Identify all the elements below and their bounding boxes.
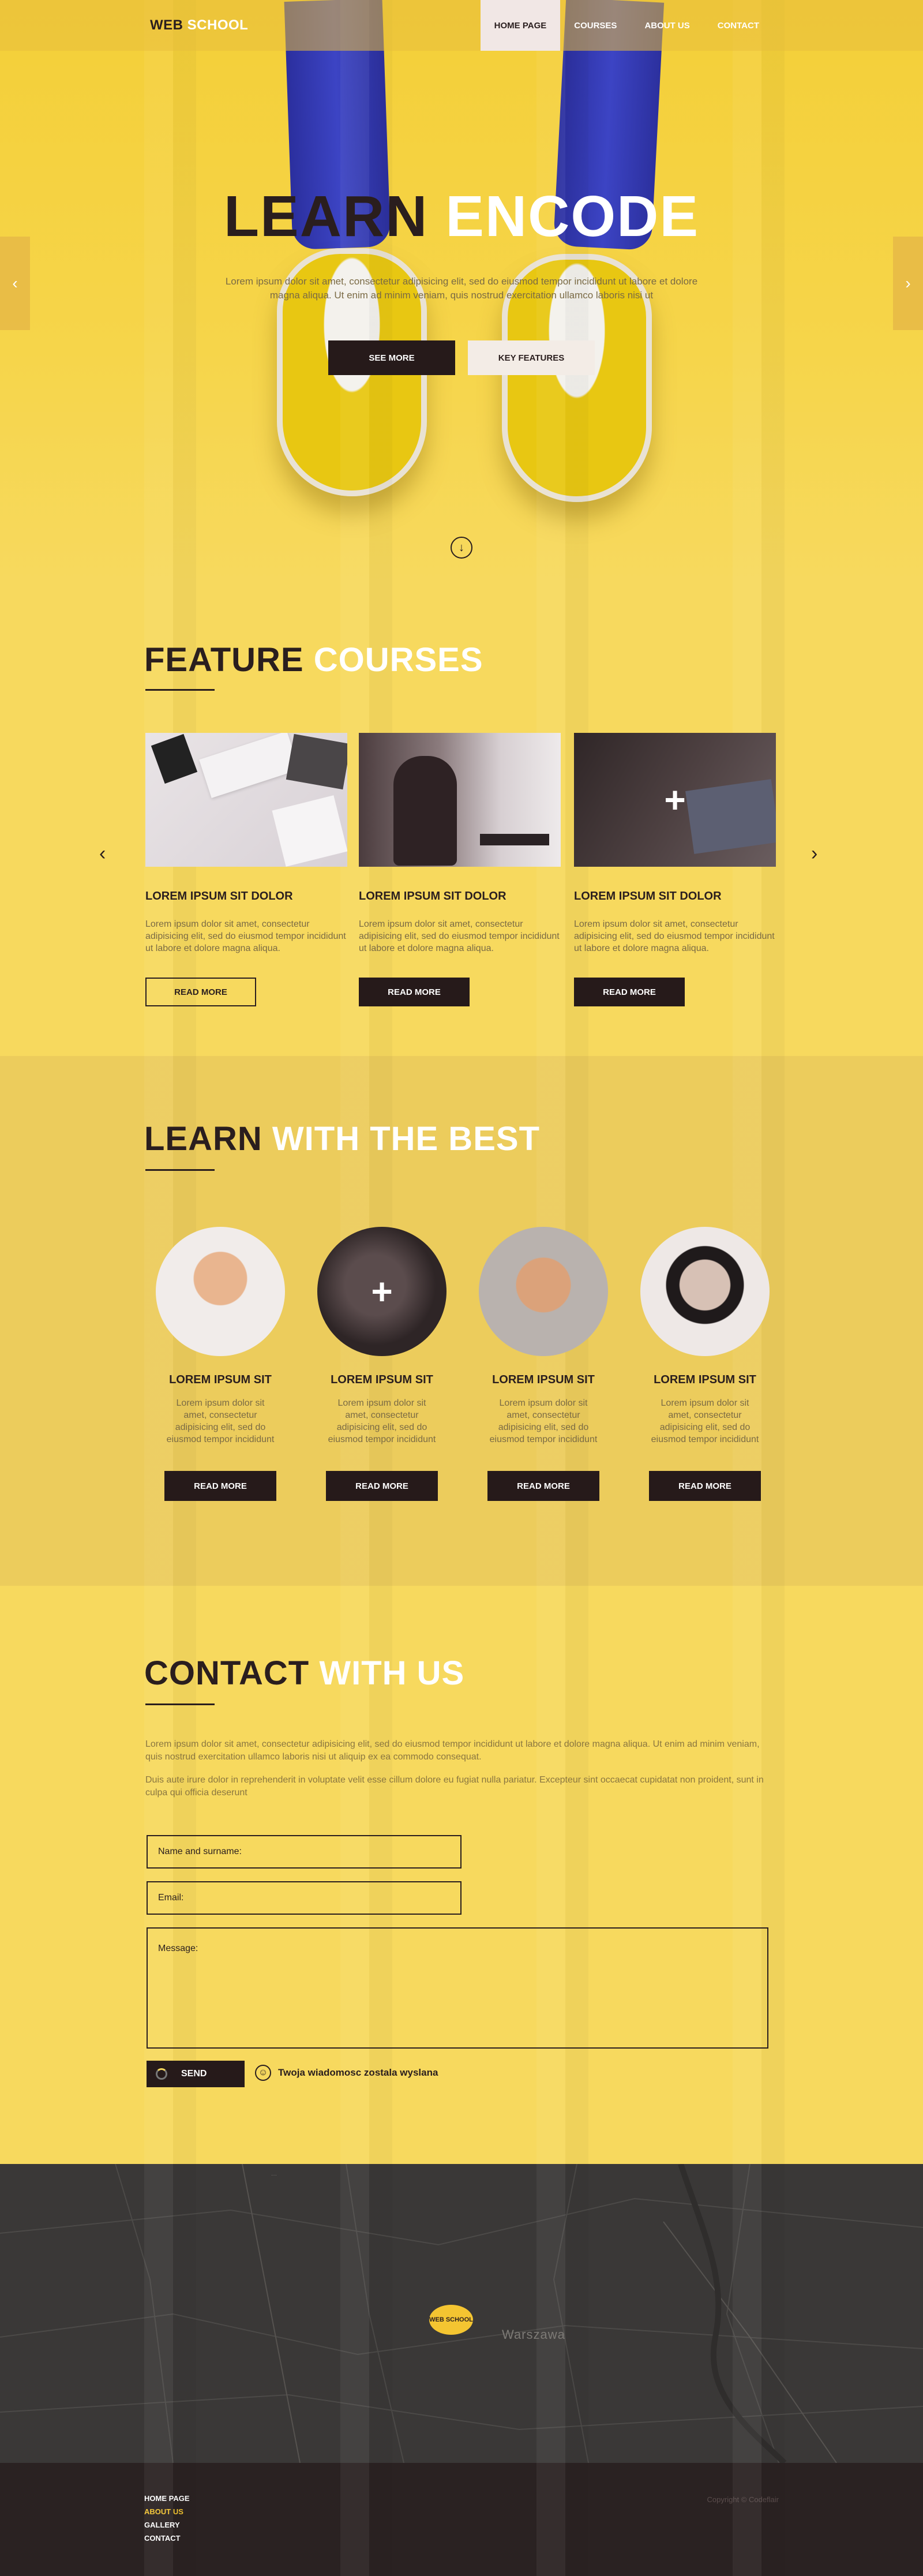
course-title: LOREM IPSUM SIT DOLOR bbox=[359, 890, 506, 903]
plus-icon: + bbox=[371, 1271, 393, 1312]
contact-paragraph-1: Lorem ipsum dolor sit amet, consectetur … bbox=[145, 1739, 760, 1762]
team-title: LEARN WITH THE BEST bbox=[144, 1120, 540, 1158]
loading-spinner-icon bbox=[156, 2068, 167, 2080]
course-image[interactable] bbox=[359, 733, 561, 867]
team-member: + LOREM IPSUM SIT Lorem ipsum dolor sit … bbox=[313, 1227, 451, 1501]
course-card: LOREM IPSUM SIT DOLOR Lorem ipsum dolor … bbox=[145, 733, 347, 1006]
avatar[interactable]: + bbox=[317, 1227, 447, 1356]
team-member: LOREM IPSUM SIT Lorem ipsum dolor sit am… bbox=[636, 1227, 774, 1501]
footer-link-about[interactable]: ABOUT US bbox=[144, 2507, 190, 2516]
copyright: Copyright © Codeflair bbox=[707, 2495, 779, 2504]
hero-prev-arrow-icon[interactable]: ‹ bbox=[0, 237, 30, 330]
scroll-down-icon[interactable]: ↓ bbox=[451, 537, 472, 559]
read-more-button[interactable]: READ MORE bbox=[164, 1471, 276, 1501]
footer-link-contact[interactable]: CONTACT bbox=[144, 2534, 190, 2543]
message-field[interactable]: Message: bbox=[147, 1927, 768, 2049]
send-button[interactable]: SEND bbox=[147, 2061, 245, 2087]
main-nav: HOME PAGE COURSES ABOUT US CONTACT bbox=[480, 0, 773, 51]
nav-courses[interactable]: COURSES bbox=[560, 0, 631, 51]
read-more-button[interactable]: READ MORE bbox=[359, 978, 470, 1006]
course-image[interactable]: + bbox=[574, 733, 776, 867]
team-member: LOREM IPSUM SIT Lorem ipsum dolor sit am… bbox=[151, 1227, 290, 1501]
read-more-button[interactable]: READ MORE bbox=[145, 978, 256, 1006]
avatar[interactable] bbox=[479, 1227, 608, 1356]
map-label: ··· bbox=[271, 2172, 277, 2178]
read-more-button[interactable]: READ MORE bbox=[487, 1471, 599, 1501]
course-desc: Lorem ipsum dolor sit amet, consectetur … bbox=[574, 919, 775, 953]
key-features-button[interactable]: KEY FEATURES bbox=[468, 340, 595, 375]
member-name: LOREM IPSUM SIT bbox=[492, 1373, 595, 1386]
laptop-shape bbox=[480, 834, 549, 845]
read-more-button[interactable]: READ MORE bbox=[326, 1471, 438, 1501]
logo[interactable]: WEB SCHOOL bbox=[150, 17, 248, 33]
map-pin-logo[interactable]: WEB SCHOOL bbox=[427, 2302, 475, 2337]
avatar[interactable] bbox=[640, 1227, 770, 1356]
nav-about-us[interactable]: ABOUT US bbox=[631, 0, 703, 51]
hero-title: LEARN ENCODE bbox=[223, 184, 700, 249]
course-title: LOREM IPSUM SIT DOLOR bbox=[145, 890, 293, 903]
team-member: LOREM IPSUM SIT Lorem ipsum dolor sit am… bbox=[474, 1227, 613, 1501]
member-desc: Lorem ipsum dolor sit amet, consectetur … bbox=[328, 1398, 436, 1444]
course-title: LOREM IPSUM SIT DOLOR bbox=[574, 890, 722, 903]
smile-icon: ☺ bbox=[255, 2065, 271, 2081]
course-card: LOREM IPSUM SIT DOLOR Lorem ipsum dolor … bbox=[359, 733, 561, 1006]
avatar[interactable] bbox=[156, 1227, 285, 1356]
member-desc: Lorem ipsum dolor sit amet, consectetur … bbox=[489, 1398, 598, 1444]
person-shape bbox=[393, 756, 457, 866]
footer-nav: HOME PAGE ABOUT US GALLERY CONTACT bbox=[144, 2494, 190, 2547]
see-more-button[interactable]: SEE MORE bbox=[328, 340, 455, 375]
footer-link-home[interactable]: HOME PAGE bbox=[144, 2494, 190, 2503]
courses-title-underline bbox=[145, 689, 215, 691]
course-desc: Lorem ipsum dolor sit amet, consectetur … bbox=[359, 919, 560, 953]
site-footer: HOME PAGE ABOUT US GALLERY CONTACT Copyr… bbox=[0, 2463, 923, 2576]
read-more-button[interactable]: READ MORE bbox=[649, 1471, 761, 1501]
member-name: LOREM IPSUM SIT bbox=[169, 1373, 272, 1386]
contact-title-underline bbox=[145, 1703, 215, 1705]
contact-title: CONTACT WITH US bbox=[144, 1654, 465, 1692]
email-field[interactable]: Email: bbox=[147, 1881, 462, 1915]
member-desc: Lorem ipsum dolor sit amet, consectetur … bbox=[166, 1398, 275, 1444]
member-name: LOREM IPSUM SIT bbox=[654, 1373, 756, 1386]
device-shape bbox=[286, 733, 347, 790]
notebook-shape bbox=[272, 795, 347, 867]
phone-shape bbox=[151, 733, 198, 784]
courses-prev-arrow-icon[interactable]: ‹ bbox=[99, 843, 106, 865]
member-desc: Lorem ipsum dolor sit amet, consectetur … bbox=[651, 1398, 759, 1444]
contact-paragraph-2: Duis aute irure dolor in reprehenderit i… bbox=[145, 1775, 764, 1798]
nav-home-page[interactable]: HOME PAGE bbox=[480, 0, 561, 51]
courses-next-arrow-icon[interactable]: › bbox=[811, 843, 817, 865]
member-name: LOREM IPSUM SIT bbox=[331, 1373, 433, 1386]
footer-link-gallery[interactable]: GALLERY bbox=[144, 2521, 190, 2529]
keyboard-shape bbox=[199, 733, 299, 799]
site-header: WEB SCHOOL HOME PAGE COURSES ABOUT US CO… bbox=[0, 0, 923, 51]
name-field[interactable]: Name and surname: bbox=[147, 1835, 462, 1869]
courses-title: FEATURE COURSES bbox=[144, 641, 483, 679]
team-title-underline bbox=[145, 1169, 215, 1171]
course-image[interactable] bbox=[145, 733, 347, 867]
nav-contact[interactable]: CONTACT bbox=[704, 0, 773, 51]
status-message: ☺ Twoja wiadomosc zostala wyslana bbox=[255, 2065, 438, 2081]
plus-icon: + bbox=[664, 779, 686, 821]
hero-buttons: SEE MORE KEY FEATURES bbox=[0, 340, 923, 375]
course-desc: Lorem ipsum dolor sit amet, consectetur … bbox=[145, 919, 346, 953]
map-city-label: Warszawa bbox=[502, 2327, 565, 2342]
hero-text: Lorem ipsum dolor sit amet, consectetur … bbox=[225, 276, 698, 301]
course-card: + LOREM IPSUM SIT DOLOR Lorem ipsum dolo… bbox=[574, 733, 776, 1006]
hero-next-arrow-icon[interactable]: › bbox=[893, 237, 923, 330]
read-more-button[interactable]: READ MORE bbox=[574, 978, 685, 1006]
